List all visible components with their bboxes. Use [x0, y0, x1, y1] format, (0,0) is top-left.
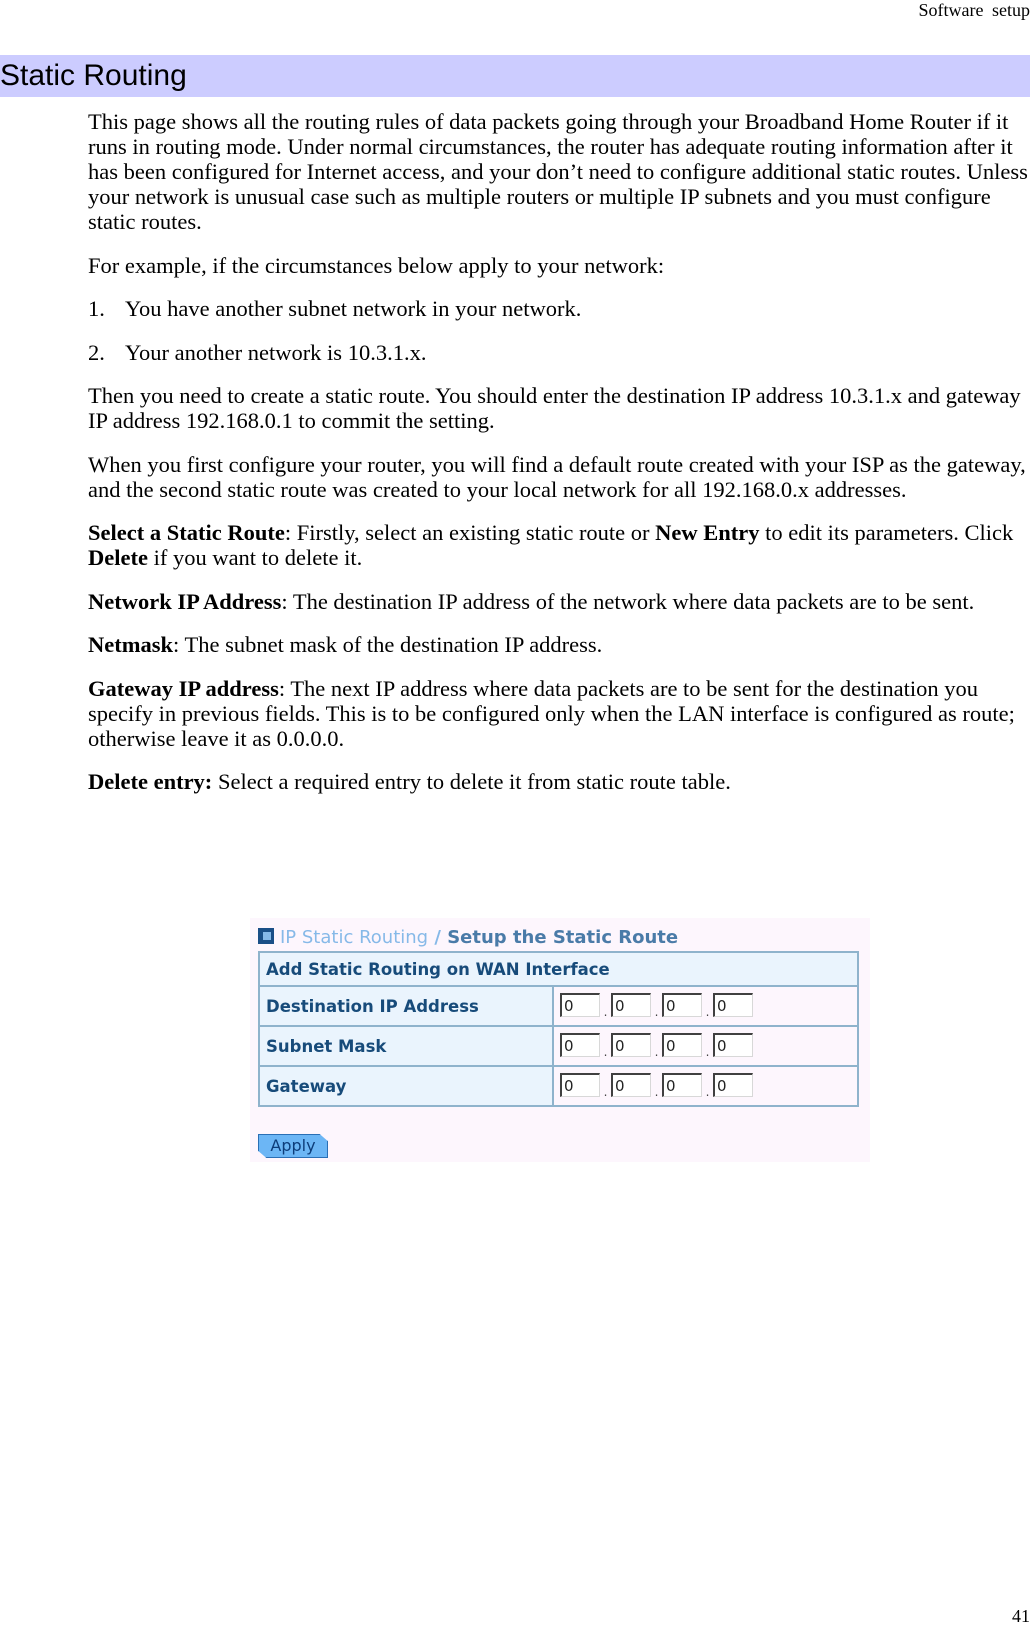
first-config-paragraph: When you first configure your router, yo…: [88, 451, 1026, 502]
octet-dot: .: [705, 1084, 710, 1099]
list-text: You have another subnet network in your …: [125, 296, 582, 321]
example-paragraph: For example, if the circumstances below …: [88, 252, 665, 278]
octet-dot: .: [654, 1084, 659, 1099]
definition-gateway-ip: Gateway IP address: The next IP address …: [88, 676, 1030, 751]
apply-button[interactable]: Apply: [258, 1134, 328, 1158]
definition-term: Select a Static Route: [88, 520, 285, 545]
router-breadcrumb: IP Static Routing / Setup the Static Rou…: [258, 927, 678, 949]
definition-text: : The destination IP address of the netw…: [281, 588, 975, 614]
form-row-destination: Destination IP Address 0.0.0.0: [258, 985, 859, 1027]
form-header: Add Static Routing on WAN Interface: [258, 951, 859, 987]
list-item: 1. You have another subnet network in yo…: [88, 296, 1030, 321]
list-number: 1.: [88, 296, 105, 321]
gateway-octet-2[interactable]: 0: [611, 1073, 651, 1098]
definition-term: Netmask: [88, 632, 173, 657]
list-number: 2.: [88, 339, 105, 365]
definition-term: Gateway IP address: [88, 675, 279, 701]
breadcrumb-parent[interactable]: IP Static Routing: [280, 927, 428, 948]
section-title: Static Routing: [0, 59, 187, 92]
definition-text: Select a required entry to delete it fro…: [212, 769, 731, 794]
destination-ip-octet-2[interactable]: 0: [611, 993, 651, 1018]
octet-dot: .: [654, 1044, 659, 1059]
breadcrumb-separator: /: [428, 927, 448, 948]
definition-text: : The subnet mask of the destination IP …: [173, 632, 603, 657]
definition-delete-entry: Delete entry: Select a required entry to…: [88, 769, 1030, 794]
running-header: Software setup: [918, 0, 1030, 20]
octet-dot: .: [705, 1004, 710, 1019]
definition-text: : Firstly, select an existing static rou…: [284, 520, 656, 545]
destination-ip-octet-4[interactable]: 0: [713, 993, 753, 1018]
definition-text: if you want to delete it.: [147, 545, 363, 570]
definition-select-route: Select a Static Route: Firstly, select a…: [88, 520, 1030, 570]
subnet-mask-octet-2[interactable]: 0: [611, 1033, 651, 1058]
octet-dot: .: [603, 1084, 608, 1099]
subnet-mask-octet-4[interactable]: 0: [713, 1033, 753, 1058]
definition-emphasis: New Entry: [655, 520, 760, 545]
definition-emphasis: Delete: [88, 545, 148, 570]
router-ui-screenshot: IP Static Routing / Setup the Static Rou…: [250, 918, 870, 1162]
subnet-mask-octet-1[interactable]: 0: [560, 1033, 600, 1058]
octet-dot: .: [654, 1004, 659, 1019]
then-paragraph: Then you need to create a static route. …: [88, 383, 1021, 433]
octet-dot: .: [603, 1004, 608, 1019]
definition-netmask: Netmask: The subnet mask of the destinat…: [88, 632, 1030, 657]
subnet-mask-octet-3[interactable]: 0: [662, 1033, 702, 1058]
list-item: 2. Your another network is 10.3.1.x.: [88, 340, 1030, 365]
definition-term: Network IP Address: [88, 588, 282, 614]
definition-text: to edit its parameters. Click: [759, 520, 1014, 545]
octet-dot: .: [603, 1044, 608, 1059]
form-header-row: Add Static Routing on WAN Interface: [258, 951, 859, 987]
body-text: This page shows all the routing rules of…: [88, 109, 1030, 813]
static-route-form: Add Static Routing on WAN Interface Dest…: [258, 951, 859, 1107]
gateway-label: Gateway: [258, 1065, 554, 1107]
subnet-mask-label: Subnet Mask: [258, 1025, 554, 1067]
destination-ip-octet-3[interactable]: 0: [662, 993, 702, 1018]
gateway-octet-1[interactable]: 0: [560, 1073, 600, 1098]
gateway-fields: 0.0.0.0: [552, 1065, 859, 1107]
definition-term: Delete entry:: [88, 769, 213, 794]
destination-ip-octet-1[interactable]: 0: [560, 993, 600, 1018]
form-row-gateway: Gateway 0.0.0.0: [258, 1065, 859, 1107]
octet-dot: .: [705, 1044, 710, 1059]
destination-ip-label: Destination IP Address: [258, 985, 554, 1027]
destination-ip-fields: 0.0.0.0: [552, 985, 859, 1027]
intro-paragraph: This page shows all the routing rules of…: [88, 109, 1028, 234]
breadcrumb-current: Setup the Static Route: [447, 927, 679, 948]
panel-icon: [258, 928, 274, 944]
definition-network-ip: Network IP Address: The destination IP a…: [88, 589, 1030, 614]
form-row-subnet-mask: Subnet Mask 0.0.0.0: [258, 1025, 859, 1067]
subnet-mask-fields: 0.0.0.0: [552, 1025, 859, 1067]
gateway-octet-4[interactable]: 0: [713, 1073, 753, 1098]
gateway-octet-3[interactable]: 0: [662, 1073, 702, 1098]
list-text: Your another network is 10.3.1.x.: [125, 339, 427, 365]
page-number: 41: [1012, 1606, 1030, 1626]
